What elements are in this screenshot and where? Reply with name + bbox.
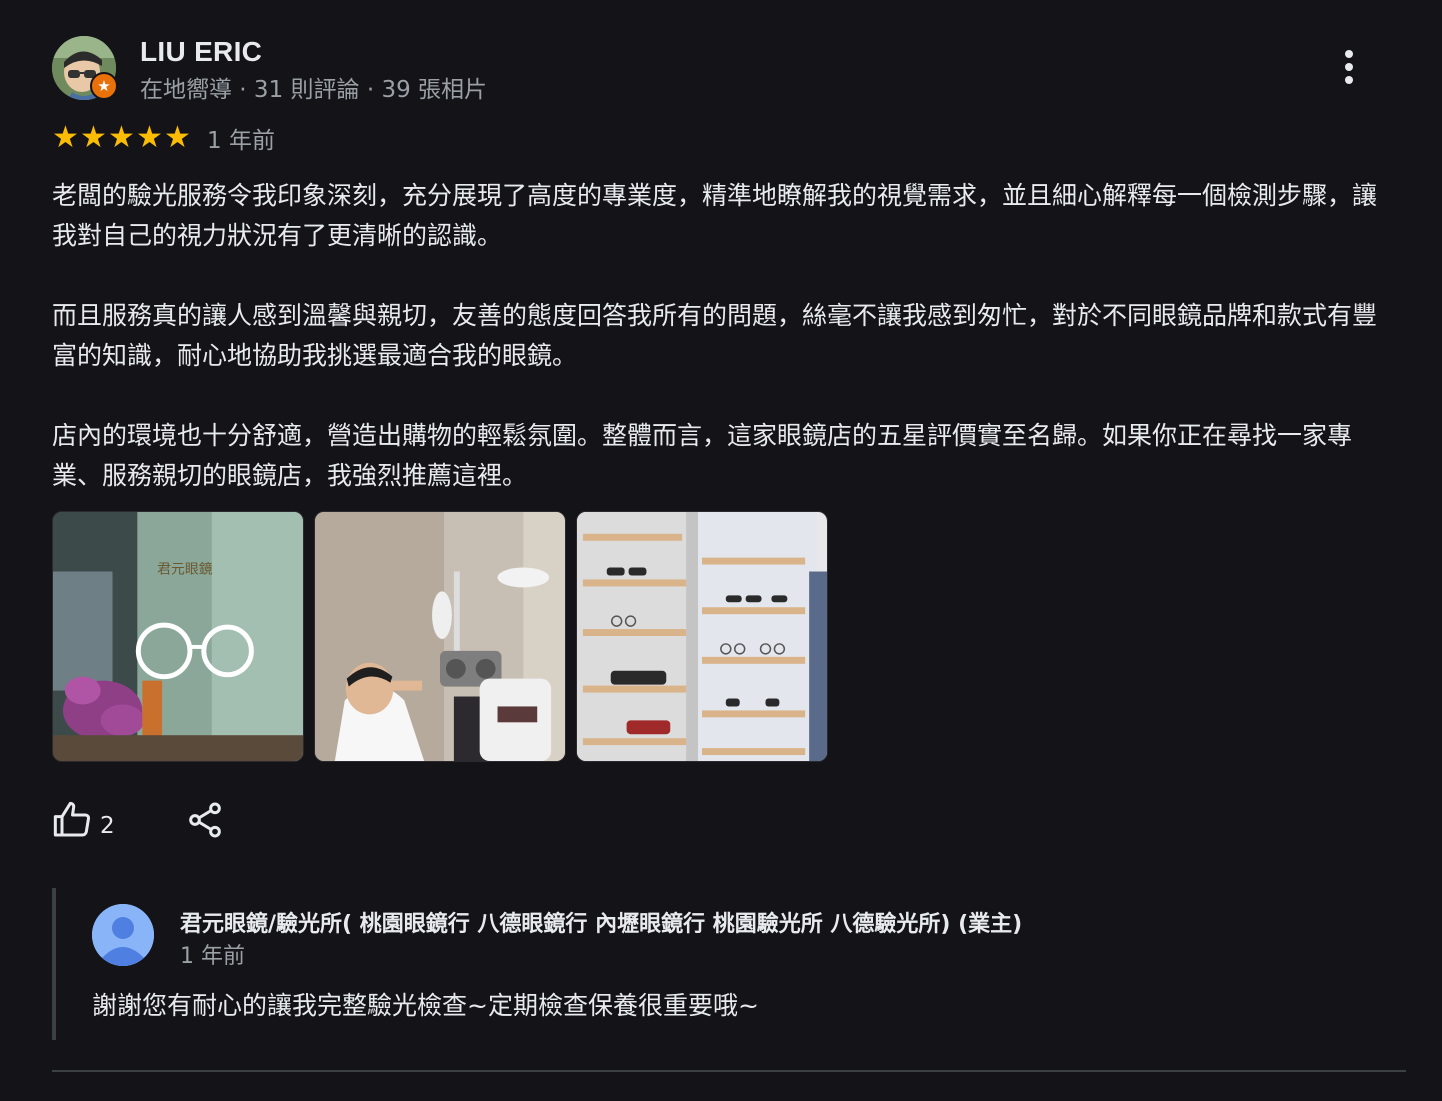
- review-paragraph: 而且服務真的讓人感到溫馨與親切，友善的態度回答我所有的問題，絲毫不讓我感到匆忙，…: [52, 301, 1378, 370]
- reviewer-meta: 在地嚮導 · 31 則評論 · 39 張相片: [140, 77, 488, 103]
- share-icon: [185, 802, 225, 844]
- review-photo-eye-exam[interactable]: [314, 511, 566, 762]
- review-actions: 2: [52, 800, 225, 844]
- review-paragraph: 店內的環境也十分舒適，營造出購物的輕鬆氛圍。整體而言，這家眼鏡店的五星評價實至名…: [52, 421, 1353, 490]
- review-photo-storefront[interactable]: 君元眼鏡: [52, 511, 304, 762]
- review-photos: 君元眼鏡: [52, 511, 828, 762]
- review-text: 老闆的驗光服務令我印象深刻，充分展現了高度的專業度，精準地瞭解我的視覺需求，並且…: [52, 176, 1382, 536]
- star-icon: ★: [80, 120, 107, 155]
- more-dot-icon: [1345, 50, 1353, 58]
- star-icon: ★: [164, 120, 191, 155]
- star-rating: ★ ★ ★ ★ ★: [52, 123, 191, 153]
- star-icon: ★: [52, 120, 79, 155]
- storefront-sign-text: 君元眼鏡: [157, 562, 213, 578]
- review-photo-display-shelves[interactable]: [576, 511, 828, 762]
- local-guide-badge-icon: ★: [90, 72, 118, 100]
- divider: [52, 1070, 1406, 1072]
- more-dot-icon: [1345, 76, 1353, 84]
- thumbs-up-icon: [52, 800, 92, 844]
- like-button[interactable]: 2: [52, 800, 115, 844]
- review-paragraph: 老闆的驗光服務令我印象深刻，充分展現了高度的專業度，精準地瞭解我的視覺需求，並且…: [52, 181, 1378, 250]
- review-time: 1 年前: [207, 128, 275, 154]
- more-options-button[interactable]: [1334, 46, 1364, 88]
- owner-name[interactable]: 君元眼鏡/驗光所( 桃園眼鏡行 八德眼鏡行 內壢眼鏡行 桃園驗光所 八德驗光所)…: [180, 906, 1022, 938]
- owner-reply-text: 謝謝您有耐心的讓我完整驗光檢查~定期檢查保養很重要哦~: [92, 991, 759, 1020]
- like-count: 2: [100, 813, 115, 839]
- owner-reply: 君元眼鏡/驗光所( 桃園眼鏡行 八德眼鏡行 內壢眼鏡行 桃園驗光所 八德驗光所)…: [52, 888, 1396, 1040]
- star-icon: ★: [108, 120, 135, 155]
- reviewer-name[interactable]: LIU ERIC: [140, 36, 262, 68]
- reviewer-avatar[interactable]: ★: [52, 36, 118, 100]
- share-button[interactable]: [185, 800, 225, 844]
- rating-row: ★ ★ ★ ★ ★ 1 年前: [52, 122, 275, 155]
- more-dot-icon: [1345, 63, 1353, 71]
- star-icon: ★: [136, 120, 163, 155]
- owner-avatar[interactable]: [92, 904, 154, 966]
- owner-reply-time: 1 年前: [180, 944, 245, 969]
